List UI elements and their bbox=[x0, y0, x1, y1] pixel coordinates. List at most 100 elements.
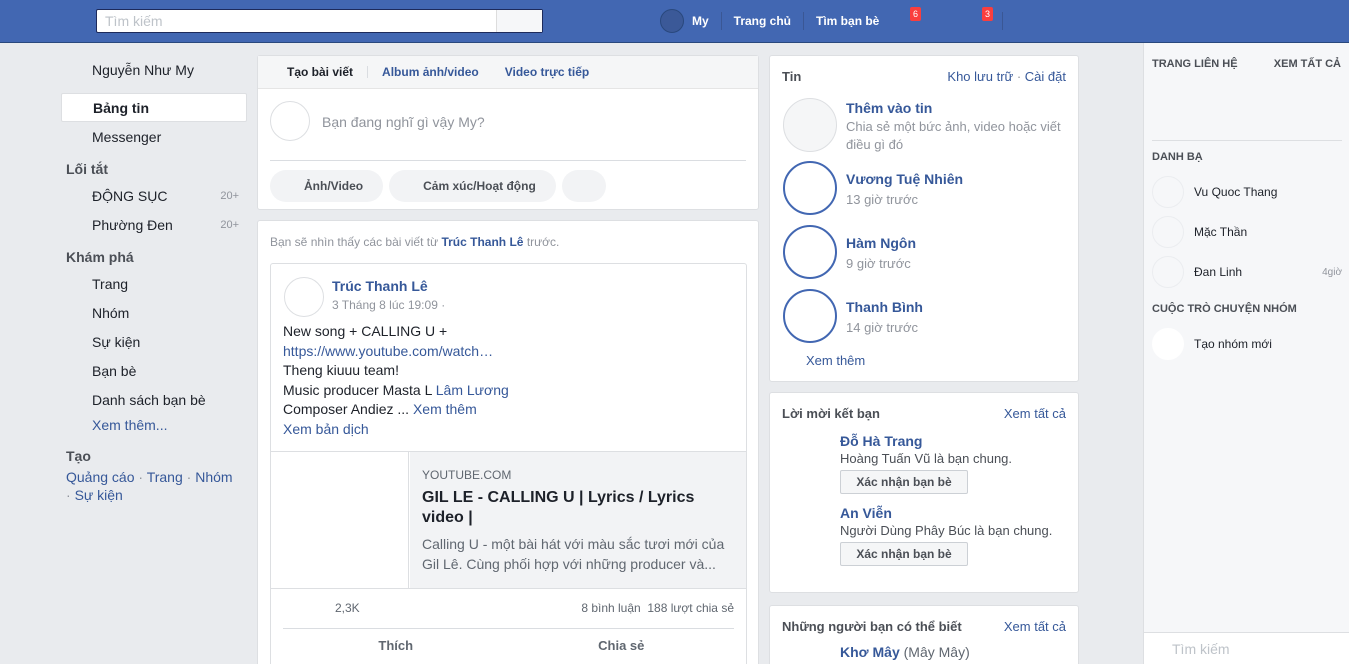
chat-contact[interactable]: Đan Linh 4giờ bbox=[1152, 256, 1342, 290]
sidebar-item-shortcut[interactable]: Phường Đen 20+ bbox=[61, 210, 247, 239]
sidebar-item-friend-lists[interactable]: Danh sách bạn bè bbox=[61, 385, 247, 414]
preview-info[interactable]: YOUTUBE.COM GIL LE - CALLING U | Lyrics … bbox=[410, 452, 746, 588]
preview-description: Calling U - một bài hát với màu sắc tươi… bbox=[422, 536, 725, 572]
feeling-activity-button[interactable]: Cảm xúc/Hoạt động bbox=[389, 170, 556, 202]
post-stats: 2,3K 8 bình luận 188 lượt chia sẻ bbox=[283, 601, 734, 623]
new-group-icon bbox=[1152, 328, 1184, 360]
chat-contact[interactable]: Mặc Thần bbox=[1152, 216, 1342, 250]
add-story[interactable]: Thêm vào tin Chia sẻ một bức ảnh, video … bbox=[783, 98, 1073, 154]
reaction-count[interactable]: 2,3K bbox=[335, 601, 360, 615]
add-story-title[interactable]: Thêm vào tin bbox=[846, 100, 932, 116]
sidebar-item-friends[interactable]: Bạn bè bbox=[61, 356, 247, 385]
story-avatar[interactable] bbox=[783, 161, 837, 215]
sidebar-item-label: Danh sách bạn bè bbox=[92, 391, 206, 408]
pymk-name[interactable]: Khơ Mây bbox=[840, 644, 900, 660]
sidebar-item-label: Messenger bbox=[92, 128, 162, 145]
top-bar: My Trang chủ Tìm bạn bè 6 3 bbox=[0, 0, 1349, 43]
post-link[interactable]: https://www.youtube.com/watch… bbox=[283, 342, 733, 362]
post-author[interactable]: Trúc Thanh Lê bbox=[332, 278, 428, 294]
composer-actions: Ảnh/Video Cảm xúc/Hoạt động bbox=[258, 161, 758, 211]
divider bbox=[1152, 140, 1342, 141]
profile-link[interactable]: My bbox=[692, 14, 709, 28]
comment-count[interactable]: 8 bình luận bbox=[581, 601, 640, 615]
see-more-link[interactable]: Xem thêm bbox=[413, 401, 477, 417]
see-all-link[interactable]: XEM TẤT CẢ bbox=[1274, 58, 1341, 70]
archive-link[interactable]: Kho lưu trữ bbox=[947, 69, 1013, 84]
link-preview[interactable]: YOUTUBE.COM GIL LE - CALLING U | Lyrics … bbox=[271, 451, 746, 589]
sidebar-item-news-feed[interactable]: Bảng tin bbox=[61, 93, 247, 122]
story-item[interactable]: Hàm Ngôn 9 giờ trước bbox=[783, 225, 1073, 281]
story-avatar[interactable] bbox=[783, 225, 837, 279]
story-item[interactable]: Vương Tuệ Nhiên 13 giờ trước bbox=[783, 161, 1073, 217]
confirm-friend-button[interactable]: Xác nhận bạn bè bbox=[840, 542, 968, 566]
people-you-may-know-box: Những người bạn có thể biết Xem tất cả K… bbox=[769, 605, 1079, 664]
notifications-badge[interactable]: 3 bbox=[982, 7, 994, 21]
messages-badge[interactable]: 6 bbox=[910, 7, 922, 21]
chat-search[interactable] bbox=[1144, 632, 1349, 664]
story-item[interactable]: Thanh Bình 14 giờ trước bbox=[783, 289, 1073, 345]
search-input[interactable] bbox=[97, 10, 496, 32]
see-more-stories[interactable]: Xem thêm bbox=[806, 353, 865, 368]
tab-photo-album[interactable]: Album ảnh/video bbox=[382, 65, 479, 79]
create-ad-link[interactable]: Quảng cáo bbox=[66, 469, 135, 485]
request-name[interactable]: Đỗ Hà Trang bbox=[840, 433, 1070, 449]
preview-thumbnail[interactable] bbox=[271, 452, 409, 588]
composer-input-area[interactable]: Bạn đang nghĩ gì vậy My? bbox=[270, 89, 746, 161]
notice-name[interactable]: Trúc Thanh Lê bbox=[441, 235, 523, 249]
global-search[interactable] bbox=[96, 9, 543, 33]
search-button[interactable] bbox=[496, 10, 542, 32]
confirm-friend-button[interactable]: Xác nhận bạn bè bbox=[840, 470, 968, 494]
contact-name: Vu Quoc Thang bbox=[1194, 185, 1278, 199]
sidebar-item-label: Sự kiện bbox=[92, 333, 141, 350]
tab-divider bbox=[367, 66, 369, 78]
request-name[interactable]: An Viễn bbox=[840, 505, 1070, 521]
create-group-link[interactable]: Nhóm bbox=[195, 469, 232, 485]
create-group-chat[interactable]: Tạo nhóm mới bbox=[1152, 328, 1342, 362]
sidebar-item-events[interactable]: Sự kiện bbox=[61, 327, 247, 356]
tagged-person[interactable]: Lâm Lương bbox=[436, 382, 509, 398]
chat-search-input[interactable] bbox=[1144, 633, 1349, 664]
post-line: Music producer Masta L Lâm Lương bbox=[283, 381, 733, 401]
story-name[interactable]: Thanh Bình bbox=[846, 299, 923, 315]
home-link[interactable]: Trang chủ bbox=[734, 14, 791, 28]
profile-avatar[interactable] bbox=[660, 9, 684, 33]
post-actions: Thích Chia sẻ bbox=[283, 628, 734, 662]
more-options-button[interactable] bbox=[561, 170, 606, 202]
sidebar-item-messenger[interactable]: Messenger bbox=[61, 122, 247, 151]
share-count[interactable]: 188 lượt chia sẻ bbox=[647, 601, 734, 615]
preview-title[interactable]: GIL LE - CALLING U | Lyrics / Lyrics vid… bbox=[422, 488, 734, 528]
share-button[interactable]: Chia sẻ bbox=[509, 629, 735, 662]
stories-box: Tin Kho lưu trữ · Cài đặt Thêm vào tin C… bbox=[769, 55, 1079, 382]
avatar[interactable] bbox=[284, 277, 324, 317]
notice-text: trước. bbox=[523, 235, 560, 249]
see-all-pymk[interactable]: Xem tất cả bbox=[1004, 619, 1066, 634]
create-event-link[interactable]: Sự kiện bbox=[75, 487, 123, 503]
like-button[interactable]: Thích bbox=[283, 629, 509, 662]
sidebar-item-profile[interactable]: Nguyễn Như My bbox=[61, 55, 247, 84]
add-story-avatar[interactable] bbox=[783, 98, 837, 152]
composer-placeholder[interactable]: Bạn đang nghĩ gì vậy My? bbox=[322, 114, 485, 130]
contact-name: Mặc Thần bbox=[1194, 225, 1248, 239]
see-translation-link[interactable]: Xem bản dịch bbox=[283, 420, 733, 440]
find-friends-link[interactable]: Tìm bạn bè bbox=[816, 14, 879, 28]
story-avatar[interactable] bbox=[783, 289, 837, 343]
sidebar-item-groups[interactable]: Nhóm bbox=[61, 298, 247, 327]
requests-header: Lời mời kết bạn bbox=[782, 406, 880, 421]
sidebar-item-shortcut[interactable]: ĐỘNG SỤC 20+ bbox=[61, 181, 247, 210]
tab-create-post[interactable]: Tạo bài viết bbox=[287, 65, 353, 79]
story-name[interactable]: Hàm Ngôn bbox=[846, 235, 916, 251]
story-name[interactable]: Vương Tuệ Nhiên bbox=[846, 171, 963, 187]
pymk-alias: (Mây Mây) bbox=[899, 644, 970, 660]
see-all-requests[interactable]: Xem tất cả bbox=[1004, 406, 1066, 421]
profile-name: Nguyễn Như My bbox=[92, 61, 194, 78]
sidebar-item-pages[interactable]: Trang bbox=[61, 269, 247, 298]
create-page-link[interactable]: Trang bbox=[147, 469, 183, 485]
mutual-friends: Hoàng Tuấn Vũ là bạn chung. bbox=[840, 451, 1013, 466]
see-more-link[interactable]: Xem thêm... bbox=[61, 414, 247, 436]
photo-video-button[interactable]: Ảnh/Video bbox=[270, 170, 384, 202]
separator: · bbox=[182, 469, 196, 485]
tab-live-video[interactable]: Video trực tiếp bbox=[505, 65, 590, 79]
post-timestamp[interactable]: 3 Tháng 8 lúc 19:09 · bbox=[332, 298, 445, 312]
chat-contact[interactable]: Vu Quoc Thang bbox=[1152, 176, 1342, 210]
settings-link[interactable]: Cài đặt bbox=[1025, 69, 1066, 84]
